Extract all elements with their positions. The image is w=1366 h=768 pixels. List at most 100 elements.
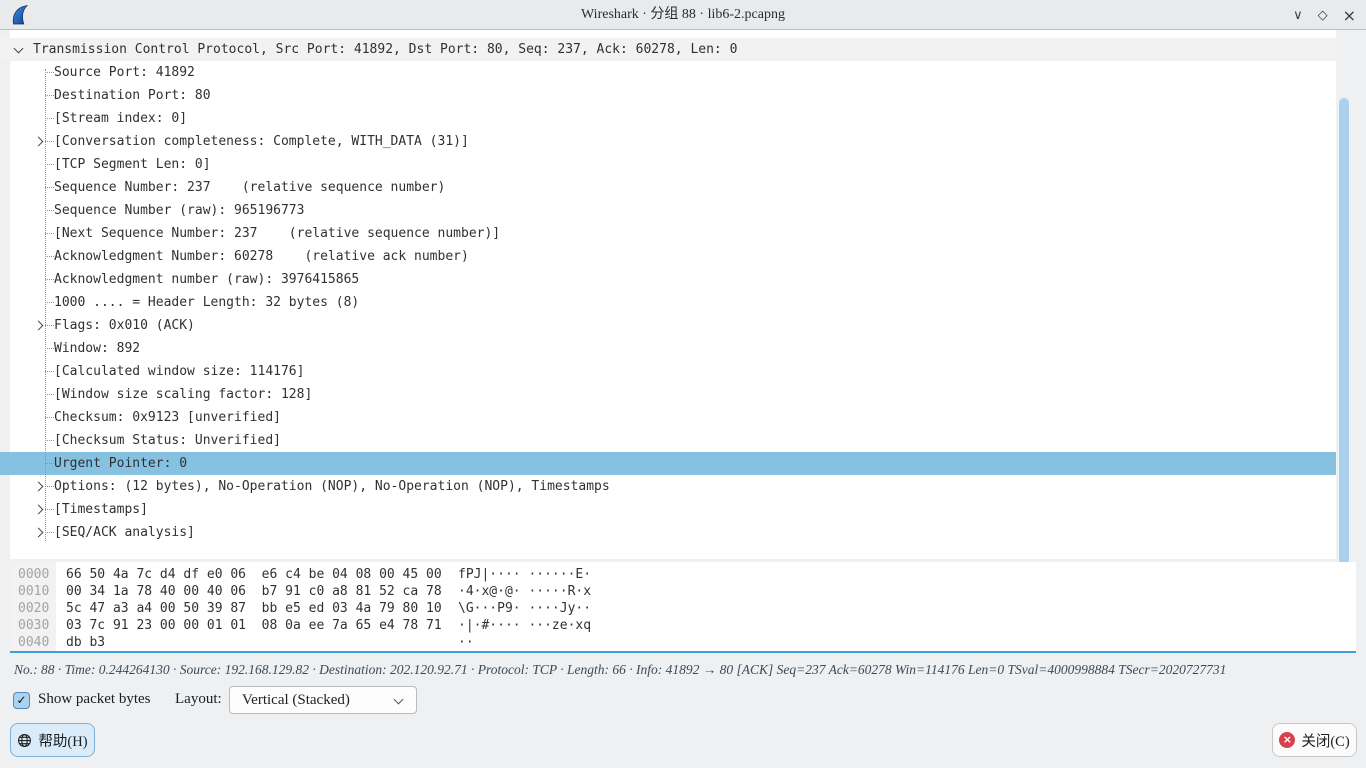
hex-row[interactable]: 00205c 47 a3 a4 00 50 39 87 bb e5 ed 03 … (10, 600, 591, 617)
expander-collapsed-icon[interactable] (34, 505, 44, 515)
hex-bytes[interactable]: 03 7c 91 23 00 00 01 01 08 0a ee 7a 65 e… (66, 617, 458, 634)
tree-row[interactable]: Checksum: 0x9123 [unverified] (0, 406, 1336, 429)
packet-summary-line: No.: 88 · Time: 0.244264130 · Source: 19… (14, 661, 1358, 679)
tree-row-label: [Calculated window size: 114176] (54, 364, 304, 379)
tree-row-label: Sequence Number (raw): 965196773 (54, 203, 304, 218)
tree-twig-line (45, 348, 54, 349)
window-title: Wireshark · 分组 88 · lib6-2.pcapng (0, 0, 1366, 30)
tree-row[interactable]: [Conversation completeness: Complete, WI… (0, 130, 1336, 153)
hex-row[interactable]: 0030 03 7c 91 23 00 00 01 01 08 0a ee 7a … (10, 617, 591, 634)
checkmark-icon: ✓ (16, 693, 26, 707)
expander-expanded-icon[interactable] (14, 44, 24, 54)
tree-twig-line (45, 325, 54, 326)
tree-row-label: [Checksum Status: Unverified] (54, 433, 281, 448)
show-packet-bytes-label[interactable]: Show packet bytes (38, 691, 150, 708)
expander-collapsed-icon[interactable] (34, 321, 44, 331)
tree-row[interactable]: [Window size scaling factor: 128] (0, 383, 1336, 406)
tree-twig-line (45, 486, 54, 487)
tree-row[interactable]: [SEQ/ACK analysis] (0, 521, 1336, 544)
packet-detail-tree: Transmission Control Protocol, Src Port:… (0, 30, 1336, 559)
close-icon[interactable]: × (1343, 6, 1356, 25)
hex-ascii[interactable]: ·4·x@·@· ·····R·x (458, 584, 591, 599)
tree-row-label: Checksum: 0x9123 [unverified] (54, 410, 281, 425)
tree-twig-line (45, 118, 54, 119)
maximize-icon[interactable]: ◇ (1318, 8, 1328, 23)
tree-row-label: [TCP Segment Len: 0] (54, 157, 211, 172)
layout-select[interactable]: Vertical (Stacked) (229, 686, 417, 714)
tree-row[interactable]: [TCP Segment Len: 0] (0, 153, 1336, 176)
tree-connector-line (45, 69, 46, 541)
tree-scrollbar[interactable] (1338, 30, 1350, 568)
hex-ascii[interactable]: fPJ|···· ······E· (458, 567, 591, 582)
tree-twig-line (45, 302, 54, 303)
tree-row-label: [Stream index: 0] (54, 111, 187, 126)
hex-ascii[interactable]: ·· (458, 635, 474, 650)
tree-row[interactable]: [Stream index: 0] (0, 107, 1336, 130)
tree-twig-line (45, 509, 54, 510)
help-button[interactable]: 帮助(H) (10, 723, 95, 757)
tree-row[interactable]: [Checksum Status: Unverified] (0, 429, 1336, 452)
tree-twig-line (45, 72, 54, 73)
tree-row[interactable]: Window: 892 (0, 337, 1336, 360)
tree-twig-line (45, 279, 54, 280)
hex-row[interactable]: 0000 66 50 4a 7c d4 df e0 06 e6 c4 be 04 … (10, 566, 591, 583)
tree-scrollbar-thumb[interactable] (1339, 98, 1349, 565)
hex-offset: 0030 (10, 617, 56, 634)
tree-row[interactable]: Flags: 0x010 (ACK) (0, 314, 1336, 337)
expander-collapsed-icon[interactable] (34, 482, 44, 492)
tree-row[interactable]: 1000 .... = Header Length: 32 bytes (8) (0, 291, 1336, 314)
tree-twig-line (45, 532, 54, 533)
tree-row-label: Options: (12 bytes), No-Operation (NOP),… (54, 479, 610, 494)
minimize-icon[interactable]: ∨ (1293, 8, 1303, 23)
tree-row[interactable]: Acknowledgment number (raw): 3976415865 (0, 268, 1336, 291)
tree-row[interactable]: Destination Port: 80 (0, 84, 1336, 107)
expander-collapsed-icon[interactable] (34, 528, 44, 538)
hex-offset: 0040 (10, 634, 56, 651)
tree-row-label: 1000 .... = Header Length: 32 bytes (8) (54, 295, 359, 310)
tree-row[interactable]: Options: (12 bytes), No-Operation (NOP),… (0, 475, 1336, 498)
show-packet-bytes-checkbox[interactable]: ✓ (13, 692, 30, 709)
tree-row[interactable]: [Timestamps] (0, 498, 1336, 521)
hex-bytes[interactable]: 00 34 1a 78 40 00 40 06 b7 91 c0 a8 81 5… (66, 583, 458, 600)
packet-detail-dialog: Wireshark · 分组 88 · lib6-2.pcapng ∨ ◇ × … (0, 0, 1366, 768)
layout-label: Layout: (175, 691, 222, 708)
expander-collapsed-icon[interactable] (34, 137, 44, 147)
tree-row[interactable]: [Calculated window size: 114176] (0, 360, 1336, 383)
title-bar[interactable]: Wireshark · 分组 88 · lib6-2.pcapng ∨ ◇ × (0, 0, 1366, 30)
packet-bytes-pane[interactable]: 0000 66 50 4a 7c d4 df e0 06 e6 c4 be 04 … (10, 562, 1356, 653)
tree-row-label: [Timestamps] (54, 502, 148, 517)
hex-bytes[interactable]: 66 50 4a 7c d4 df e0 06 e6 c4 be 04 08 0… (66, 566, 458, 583)
tree-twig-line (45, 440, 54, 441)
hex-bytes[interactable]: db b3 (66, 634, 458, 651)
tree-twig-line (45, 233, 54, 234)
chevron-down-icon (394, 695, 404, 705)
tree-twig-line (45, 95, 54, 96)
layout-select-value: Vertical (Stacked) (242, 687, 350, 713)
tree-row[interactable]: Transmission Control Protocol, Src Port:… (0, 38, 1336, 61)
tree-twig-line (45, 164, 54, 165)
tree-row[interactable]: [Next Sequence Number: 237 (relative seq… (0, 222, 1336, 245)
close-button[interactable]: × 关闭(C) (1272, 723, 1357, 757)
tree-twig-line (45, 394, 54, 395)
close-red-icon: × (1279, 732, 1295, 748)
tree-row-label: [Next Sequence Number: 237 (relative seq… (54, 226, 500, 241)
globe-icon (17, 733, 32, 748)
hex-ascii[interactable]: ·|·#···· ···ze·xq (458, 618, 591, 633)
tree-row[interactable]: Sequence Number: 237 (relative sequence … (0, 176, 1336, 199)
hex-rows: 0000 66 50 4a 7c d4 df e0 06 e6 c4 be 04 … (10, 566, 591, 651)
tree-row[interactable]: Sequence Number (raw): 965196773 (0, 199, 1336, 222)
tree-twig-line (45, 417, 54, 418)
tree-row[interactable]: Source Port: 41892 (0, 61, 1336, 84)
hex-row[interactable]: 0040 db b3·· (10, 634, 591, 651)
tree-twig-line (45, 256, 54, 257)
tree-row-label: Acknowledgment number (raw): 3976415865 (54, 272, 359, 287)
tree-row-label: Flags: 0x010 (ACK) (54, 318, 195, 333)
hex-bytes[interactable]: 5c 47 a3 a4 00 50 39 87 bb e5 ed 03 4a 7… (66, 600, 458, 617)
tree-twig-line (45, 210, 54, 211)
hex-offset: 0010 (10, 583, 56, 600)
hex-offset: 0000 (10, 566, 56, 583)
hex-row[interactable]: 0010 00 34 1a 78 40 00 40 06 b7 91 c0 a8 … (10, 583, 591, 600)
tree-row[interactable]: Acknowledgment Number: 60278 (relative a… (0, 245, 1336, 268)
tree-row-selected[interactable]: Urgent Pointer: 0 (0, 452, 1336, 475)
hex-ascii[interactable]: \G···P9· ····Jy·· (458, 601, 591, 616)
